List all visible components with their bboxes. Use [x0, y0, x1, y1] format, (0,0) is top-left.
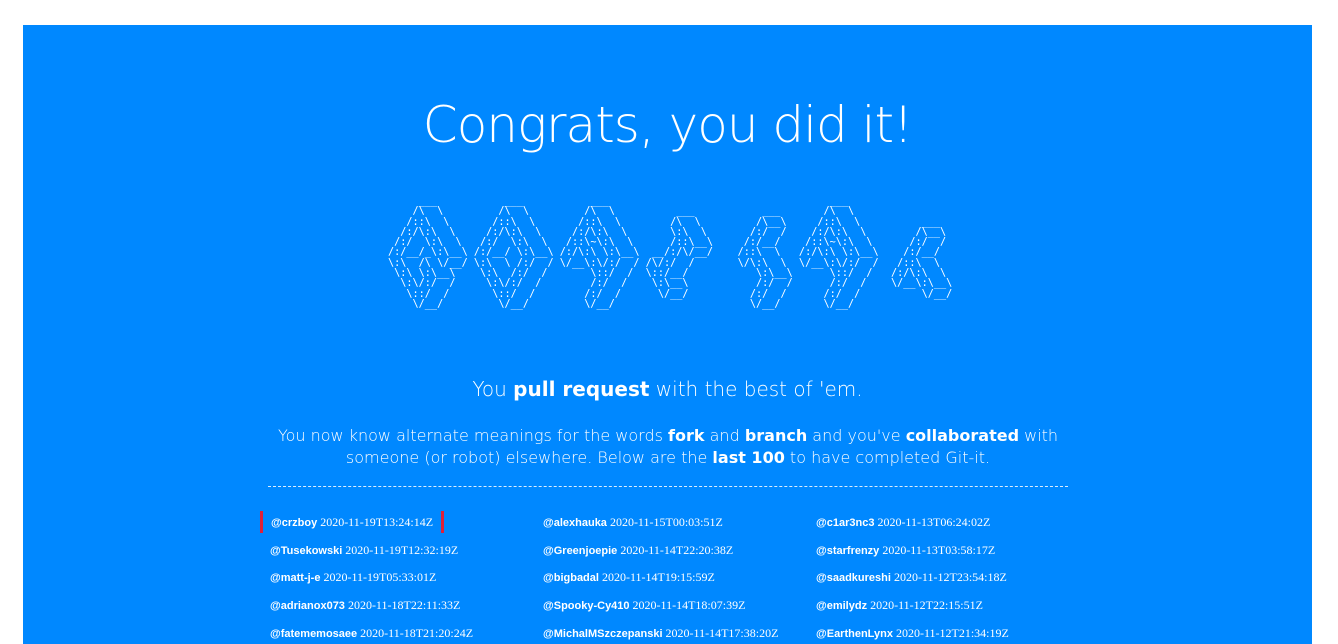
congrats-page: Congrats, you did it! ___ ___ ___ ___ /\…: [23, 25, 1312, 644]
completion-entry: @MichalMSzczepanski 2020-11-14T17:38:20Z: [543, 623, 778, 644]
completion-entry: @emilydz 2020-11-12T22:15:51Z: [816, 595, 983, 616]
user-link[interactable]: @alexhauka: [543, 517, 607, 529]
completion-time: 2020-11-12T23:54:18Z: [893, 570, 1007, 585]
user-link[interactable]: @starfrenzy: [816, 545, 879, 557]
completion-entry: @matt-j-e 2020-11-19T05:33:01Z: [270, 567, 436, 588]
user-link[interactable]: @c1ar3nc3: [816, 517, 874, 529]
description: You now know alternate meanings for the …: [268, 425, 1068, 469]
completion-time: 2020-11-19T13:24:14Z: [320, 515, 434, 529]
user-link[interactable]: @matt-j-e: [270, 572, 320, 584]
page-title: Congrats, you did it!: [422, 96, 913, 154]
user-link[interactable]: @Tusekowski: [270, 545, 342, 557]
tagline-prefix: You: [472, 377, 514, 401]
user-link[interactable]: @EarthenLynx: [816, 628, 893, 640]
completion-time: 2020-11-14T18:07:39Z: [632, 598, 746, 613]
completion-time: 2020-11-12T22:15:51Z: [870, 598, 983, 613]
completion-time: 2020-11-14T22:20:38Z: [620, 542, 734, 557]
ascii-art-logo: ___ ___ ___ ___ /\ \ /\ \ /\ \ ___ ___ /…: [388, 196, 953, 310]
completion-entry: @fatememosaee 2020-11-18T21:20:24Z: [270, 623, 473, 644]
completion-entry: @alexhauka 2020-11-15T00:03:51Z: [543, 512, 723, 533]
user-link[interactable]: @crzboy: [271, 517, 317, 529]
completion-entry-current: @crzboy 2020-11-19T13:24:14Z: [259, 511, 445, 533]
tagline: You pull request with the best of 'em.: [23, 376, 1312, 402]
completion-entry: @Spooky-Cy410 2020-11-14T18:07:39Z: [543, 595, 745, 616]
user-link[interactable]: @emilydz: [816, 600, 867, 612]
completion-time: 2020-11-19T05:33:01Z: [323, 570, 437, 585]
user-link[interactable]: @Spooky-Cy410: [543, 600, 630, 612]
completion-entry: @Greenjoepie 2020-11-14T22:20:38Z: [543, 540, 733, 561]
desc-text: You now know alternate meanings for the …: [277, 426, 669, 445]
user-link[interactable]: @fatememosaee: [270, 628, 357, 640]
desc-text: and: [704, 426, 745, 445]
desc-last-100: last 100: [712, 448, 785, 467]
dashed-divider: [268, 486, 1068, 487]
completion-entry: @EarthenLynx 2020-11-12T21:34:19Z: [816, 623, 1009, 644]
completion-time: 2020-11-14T17:38:20Z: [665, 625, 779, 640]
completion-time: 2020-11-15T00:03:51Z: [609, 515, 723, 529]
user-link[interactable]: @MichalMSzczepanski: [543, 628, 663, 640]
tagline-suffix: with the best of 'em.: [649, 377, 863, 401]
completion-entry: @starfrenzy 2020-11-13T03:58:17Z: [816, 540, 995, 561]
desc-branch: branch: [744, 426, 808, 445]
user-link[interactable]: @bigbadal: [543, 572, 599, 584]
completion-entry: @adrianox073 2020-11-18T22:11:33Z: [270, 595, 460, 616]
desc-text: to have completed Git-it.: [784, 448, 991, 467]
completion-entry: @saadkureshi 2020-11-12T23:54:18Z: [816, 567, 1007, 588]
completion-time: 2020-11-13T03:58:17Z: [882, 542, 996, 557]
completion-time: 2020-11-18T21:20:24Z: [360, 625, 474, 640]
desc-fork: fork: [668, 426, 705, 445]
completion-time: 2020-11-19T12:32:19Z: [345, 542, 459, 557]
desc-collaborated: collaborated: [905, 426, 1020, 445]
completion-time: 2020-11-14T19:15:59Z: [601, 570, 715, 585]
completion-entry: @bigbadal 2020-11-14T19:15:59Z: [543, 567, 715, 588]
tagline-bold: pull request: [513, 377, 650, 401]
user-link[interactable]: @saadkureshi: [816, 572, 891, 584]
completion-time: 2020-11-12T21:34:19Z: [895, 625, 1009, 640]
completion-entry: @c1ar3nc3 2020-11-13T06:24:02Z: [816, 512, 990, 533]
user-link[interactable]: @adrianox073: [270, 600, 345, 612]
completion-time: 2020-11-13T06:24:02Z: [877, 515, 991, 529]
completion-entry: @Tusekowski 2020-11-19T12:32:19Z: [270, 540, 458, 561]
completion-time: 2020-11-18T22:11:33Z: [347, 598, 461, 613]
desc-text: and you've: [807, 426, 906, 445]
user-link[interactable]: @Greenjoepie: [543, 545, 617, 557]
